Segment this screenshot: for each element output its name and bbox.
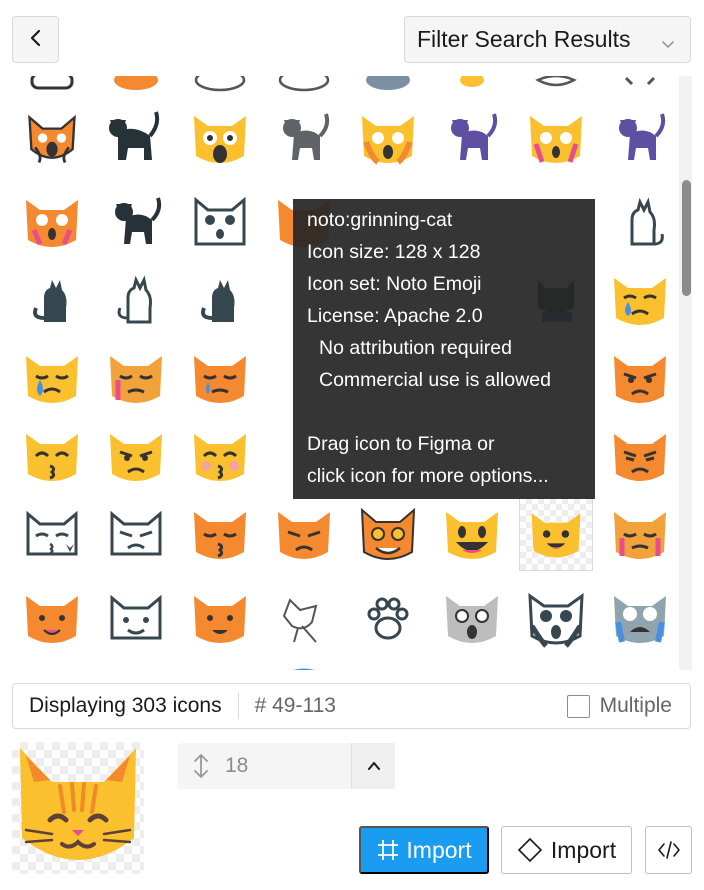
tooltip-hint-line-1: Drag icon to Figma or: [307, 433, 495, 455]
cat-icon[interactable]: [604, 582, 676, 654]
cat-icon[interactable]: [100, 264, 172, 336]
cat-icon[interactable]: [604, 264, 676, 336]
cat-icon-selected[interactable]: [519, 497, 593, 571]
cat-icon[interactable]: [184, 186, 256, 258]
cat-icon[interactable]: [16, 420, 88, 492]
tooltip-icon-size: Icon size: 128 x 128: [307, 241, 481, 263]
icon-info-tooltip: noto:grinning-cat Icon size: 128 x 128 I…: [293, 199, 595, 499]
resize-vertical-icon: [177, 743, 225, 789]
cat-icon[interactable]: [520, 582, 592, 654]
tooltip-icon-name: noto:grinning-cat: [307, 209, 453, 231]
chevron-up-icon: [367, 762, 380, 770]
cat-icon[interactable]: [16, 582, 88, 654]
cat-icon[interactable]: [604, 186, 676, 258]
view-code-button[interactable]: [645, 826, 692, 874]
icon-range-text: # 49-113: [254, 694, 336, 717]
cat-icon[interactable]: [184, 264, 256, 336]
import-as-component-button[interactable]: Import: [501, 826, 632, 874]
tooltip-license: License: Apache 2.0: [307, 305, 483, 327]
cat-icon[interactable]: [16, 342, 88, 414]
cat-icon[interactable]: [436, 582, 508, 654]
multiple-checkbox[interactable]: [566, 694, 590, 718]
grinning-cat-preview-image: [20, 748, 136, 860]
icon-size-value[interactable]: 18: [225, 754, 351, 778]
import-component-label: Import: [550, 836, 617, 863]
cat-icon[interactable]: [100, 582, 172, 654]
code-icon: [657, 841, 680, 859]
chevron-left-icon: [29, 28, 43, 51]
cat-icon[interactable]: [352, 498, 424, 570]
status-bar: Displaying 303 icons # 49-113 Multiple: [12, 683, 691, 729]
icon-count-text: Displaying 303 icons: [29, 694, 222, 717]
icon-grid: noto:grinning-cat Icon size: 128 x 128 I…: [12, 76, 678, 670]
tooltip-hint-line-2: click icon for more options...: [307, 465, 549, 487]
multiple-label: Multiple: [599, 694, 672, 717]
cat-icon[interactable]: [604, 498, 676, 570]
cat-icon[interactable]: [16, 102, 88, 174]
cat-icon[interactable]: [268, 498, 340, 570]
cat-icon[interactable]: [352, 102, 424, 174]
cat-icon[interactable]: [100, 498, 172, 570]
chevron-down-icon: [660, 32, 676, 59]
cat-icon[interactable]: [436, 102, 508, 174]
cat-icon[interactable]: [604, 342, 676, 414]
paw-icon[interactable]: [352, 582, 424, 654]
cat-icon[interactable]: [184, 498, 256, 570]
hash-frame-icon: [378, 840, 399, 860]
import-frame-label: Import: [406, 836, 472, 863]
tooltip-commercial: Commercial use is allowed: [319, 369, 551, 391]
cat-icon[interactable]: [436, 498, 508, 570]
cat-icon[interactable]: [100, 342, 172, 414]
multiple-toggle[interactable]: Multiple: [566, 694, 672, 718]
tooltip-attribution: No attribution required: [319, 337, 512, 359]
tooltip-icon-set: Icon set: Noto Emoji: [307, 273, 482, 295]
cat-icon[interactable]: [184, 582, 256, 654]
icon-size-field[interactable]: 18: [177, 743, 395, 789]
import-as-frame-button[interactable]: Import: [359, 826, 489, 874]
cat-icon[interactable]: [100, 102, 172, 174]
cat-icon[interactable]: [16, 660, 88, 670]
cat-icon[interactable]: [100, 186, 172, 258]
cat-icon[interactable]: [268, 102, 340, 174]
back-button[interactable]: [12, 16, 59, 63]
cat-icon[interactable]: [184, 342, 256, 414]
cat-icon[interactable]: [268, 582, 340, 654]
cat-icon[interactable]: [100, 420, 172, 492]
size-step-up-button[interactable]: [351, 743, 395, 789]
cat-icon[interactable]: [16, 186, 88, 258]
filter-label: Filter Search Results: [417, 26, 631, 52]
cat-icon[interactable]: [520, 102, 592, 174]
cat-icon[interactable]: [268, 660, 340, 670]
icon-preview: [12, 742, 144, 874]
cat-icon[interactable]: [16, 498, 88, 570]
cat-icon[interactable]: [184, 102, 256, 174]
cat-icon[interactable]: [16, 264, 88, 336]
grid-scrollbar[interactable]: [679, 76, 692, 670]
tooltip-spacer: [307, 396, 595, 428]
scrollbar-thumb[interactable]: [682, 180, 691, 296]
cat-icon[interactable]: [604, 420, 676, 492]
diamond-component-icon: [517, 837, 543, 863]
filter-search-results-dropdown[interactable]: Filter Search Results: [404, 16, 691, 63]
cat-icon[interactable]: [184, 420, 256, 492]
cat-icon[interactable]: [604, 102, 676, 174]
